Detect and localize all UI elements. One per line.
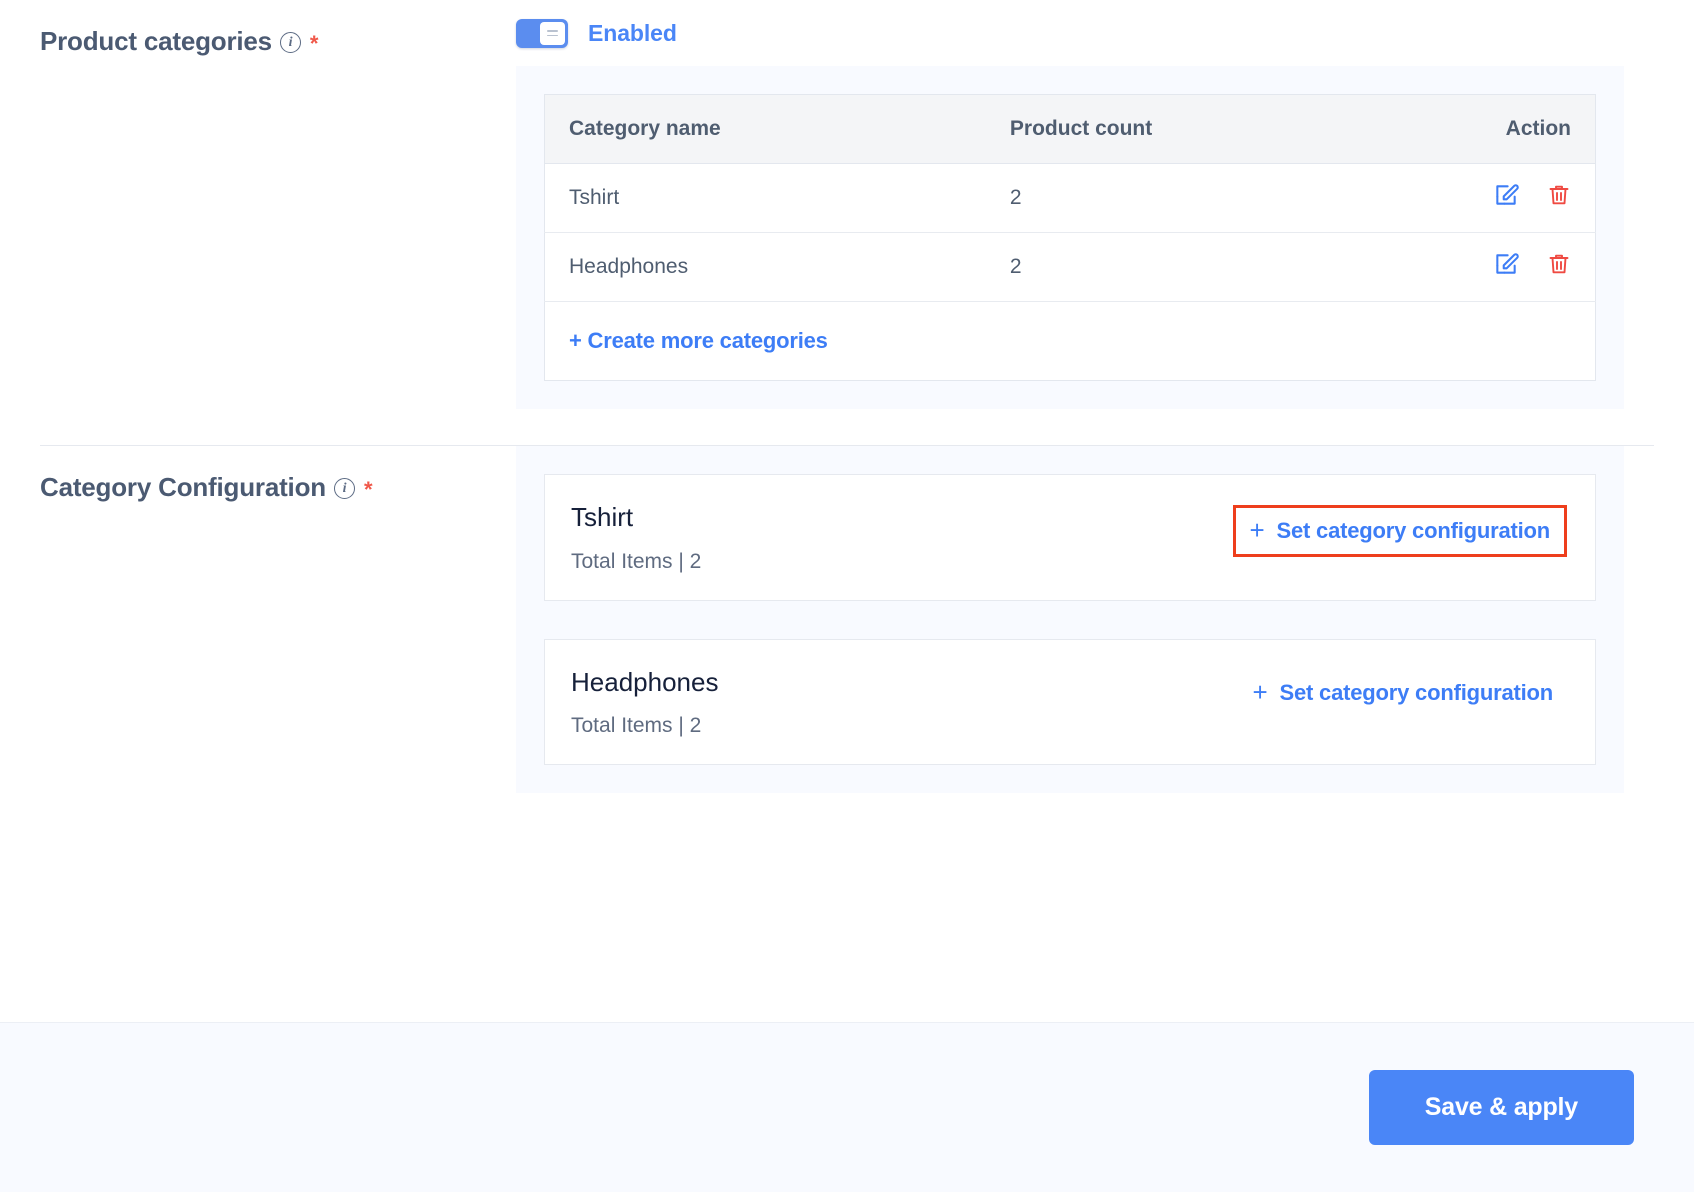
cell-category-name: Tshirt — [544, 163, 986, 233]
cell-product-count: 2 — [985, 232, 1386, 302]
knob-line — [547, 34, 558, 37]
categories-table: Category name Product count Action Tshir… — [544, 94, 1596, 381]
save-and-apply-button[interactable]: Save & apply — [1368, 1070, 1634, 1145]
table-row: Headphones 2 — [544, 232, 1596, 302]
product-categories-label-column: Product categories i * — [40, 0, 480, 57]
product-categories-title-text: Product categories — [40, 26, 272, 56]
product-categories-section: Product categories i * Enabled Category … — [0, 0, 1694, 409]
set-category-configuration-label: Set category configuration — [1276, 518, 1550, 543]
categories-table-panel: Category name Product count Action Tshir… — [516, 66, 1624, 409]
column-header-product-count: Product count — [985, 94, 1386, 164]
categories-table-head: Category name Product count Action — [544, 94, 1596, 164]
knob-line — [547, 29, 558, 32]
create-categories-cell: + Create more categories — [545, 302, 1596, 381]
category-configuration-title-text: Category Configuration — [40, 472, 326, 502]
category-configuration-panel: Tshirt Total Items | 2 + Set category co… — [516, 446, 1624, 794]
settings-page: Product categories i * Enabled Category … — [0, 0, 1694, 1192]
product-categories-toggle[interactable] — [516, 18, 568, 48]
column-header-action: Action — [1385, 94, 1596, 164]
set-category-configuration-label: Set category configuration — [1279, 679, 1553, 705]
footer-action-bar: Save & apply — [0, 1022, 1694, 1192]
category-configuration-section: Category Configuration i * Tshirt Total … — [0, 446, 1694, 794]
card-info: Headphones Total Items | 2 — [571, 666, 719, 739]
table-header-row: Category name Product count Action — [544, 94, 1596, 164]
card-info: Tshirt Total Items | 2 — [571, 503, 701, 574]
card-total-items: Total Items | 2 — [571, 714, 702, 738]
required-asterisk: * — [363, 476, 373, 502]
table-row: Tshirt 2 — [544, 163, 1596, 233]
categories-table-body: Tshirt 2 Headphones 2 + Create more cate… — [544, 163, 1596, 381]
enable-categories-row: Enabled — [480, 0, 1654, 66]
cell-category-name: Headphones — [544, 232, 986, 302]
card-category-name: Headphones — [571, 666, 719, 697]
product-categories-body-column: Enabled Category name Product count Acti… — [480, 0, 1654, 409]
cell-action — [1385, 232, 1596, 302]
category-configuration-body-column: Tshirt Total Items | 2 + Set category co… — [480, 446, 1654, 794]
category-config-card-tshirt: Tshirt Total Items | 2 + Set category co… — [544, 474, 1596, 601]
toggle-state-label: Enabled — [588, 19, 677, 46]
info-icon[interactable]: i — [333, 478, 355, 499]
category-configuration-label-column: Category Configuration i * — [40, 446, 480, 503]
toggle-knob — [540, 21, 565, 45]
required-asterisk: * — [309, 30, 319, 56]
set-category-configuration-button[interactable]: + Set category configuration — [1239, 670, 1568, 716]
card-total-items: Total Items | 2 — [571, 549, 702, 573]
info-icon[interactable]: i — [279, 32, 301, 53]
create-more-categories-link[interactable]: + Create more categories — [569, 328, 828, 353]
category-config-card-headphones: Headphones Total Items | 2 + Set categor… — [544, 638, 1596, 766]
edit-pencil-icon[interactable] — [1493, 182, 1519, 214]
edit-pencil-icon[interactable] — [1493, 251, 1519, 283]
card-category-name: Tshirt — [571, 502, 634, 532]
page-title: Product categories i * — [40, 26, 319, 57]
trash-icon[interactable] — [1547, 251, 1571, 283]
category-configuration-title: Category Configuration i * — [40, 472, 373, 503]
create-categories-row: + Create more categories — [545, 302, 1596, 381]
cell-product-count: 2 — [985, 163, 1386, 233]
set-category-configuration-button[interactable]: + Set category configuration — [1232, 505, 1567, 557]
trash-icon[interactable] — [1547, 182, 1571, 214]
plus-icon: + — [1249, 515, 1265, 545]
column-header-category-name: Category name — [544, 94, 986, 164]
plus-icon: + — [1252, 676, 1268, 707]
cell-action — [1385, 163, 1596, 233]
